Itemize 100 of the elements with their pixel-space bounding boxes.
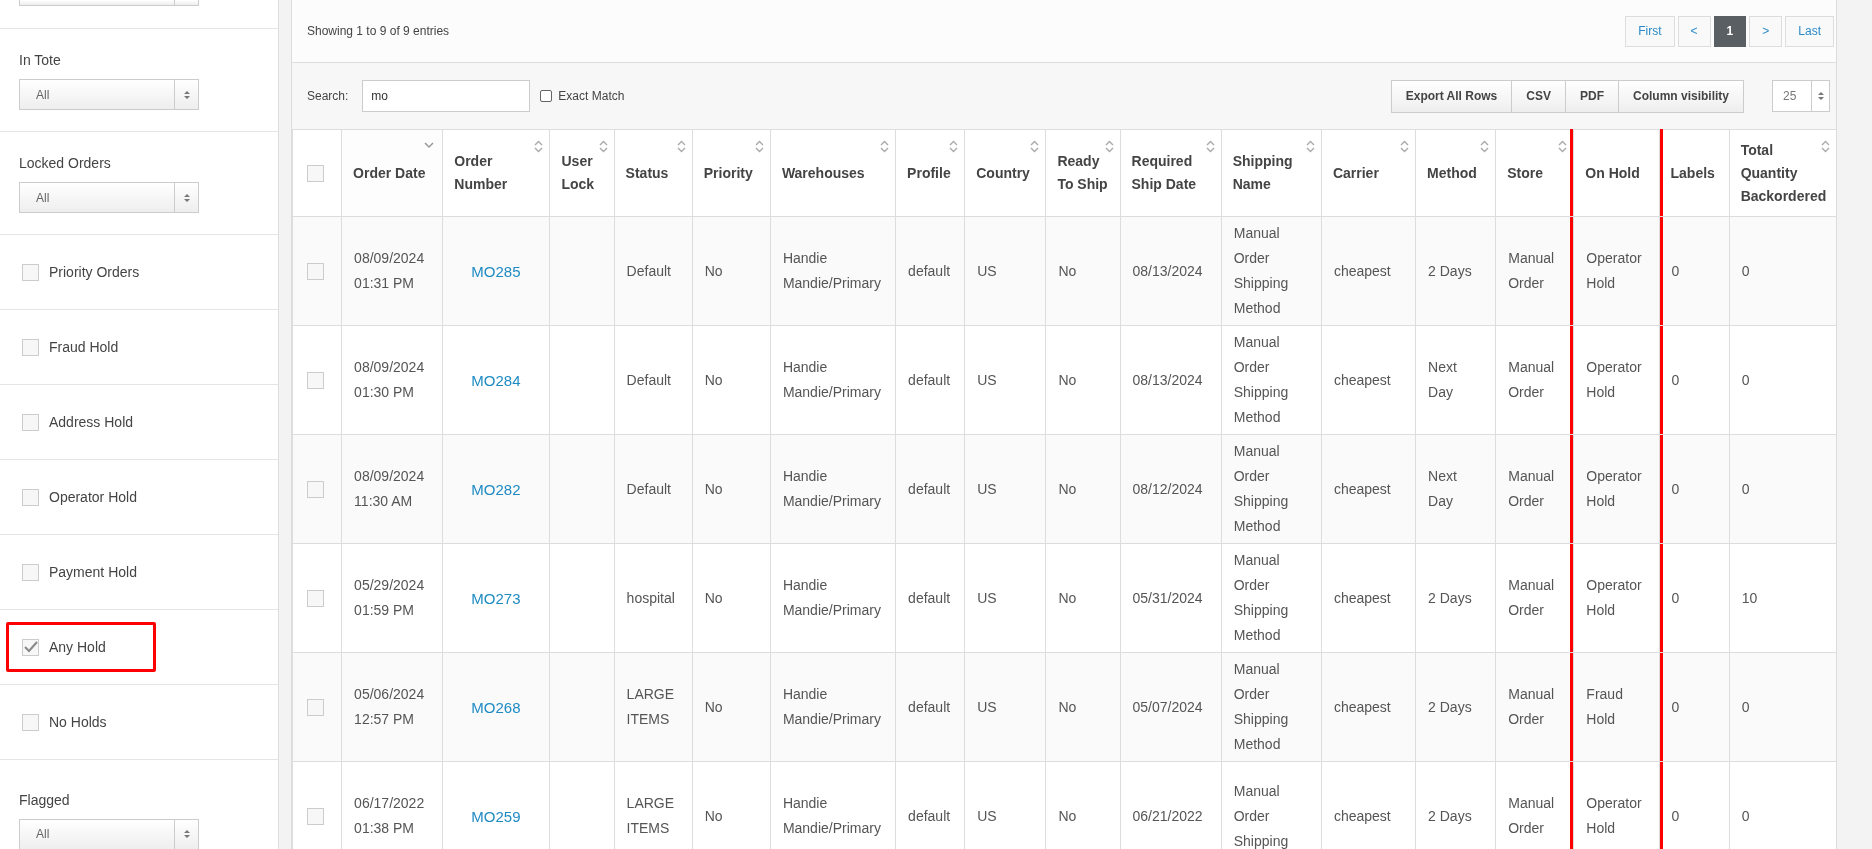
- table-cell-text: cheapest: [1333, 479, 1392, 499]
- spinner-arrows-icon: [183, 89, 190, 100]
- order-link[interactable]: MO259: [471, 803, 532, 829]
- filter-select[interactable]: All: [19, 182, 199, 213]
- sort-icon: [880, 140, 890, 153]
- search-label: Search:: [307, 88, 349, 105]
- table-cell-text: No: [704, 370, 724, 390]
- row-checkbox[interactable]: [307, 807, 324, 825]
- table-cell-text: default: [908, 370, 952, 390]
- table-cell-text: No: [1058, 479, 1078, 499]
- spinner-arrows-icon: [1817, 91, 1824, 101]
- row-checkbox[interactable]: [307, 698, 324, 716]
- table-cell-text: 0: [1671, 588, 1681, 608]
- pagination-button[interactable]: >: [1749, 15, 1783, 47]
- export-button[interactable]: Column visibility: [1618, 79, 1744, 113]
- table-cell-text: Handie Mandie/Primary: [782, 249, 882, 293]
- sort-descending-icon: [424, 142, 435, 149]
- table-cell-text: No: [704, 261, 724, 281]
- order-link[interactable]: MO273: [471, 585, 532, 611]
- row-checkbox[interactable]: [307, 480, 324, 498]
- export-button[interactable]: Export All Rows: [1390, 79, 1513, 113]
- table-cell-text: No: [1058, 697, 1078, 717]
- table-cell-text: 0: [1671, 697, 1681, 717]
- filter-label: In Tote: [19, 51, 62, 70]
- filter-checkbox[interactable]: [22, 263, 39, 281]
- sort-icon: [1305, 140, 1315, 153]
- column-header[interactable]: Store: [1495, 129, 1574, 217]
- table-cell-text: US: [977, 261, 998, 281]
- filter-checkbox[interactable]: [22, 338, 39, 356]
- table-cell-text: default: [908, 697, 952, 717]
- column-header[interactable]: Order Date: [341, 129, 443, 217]
- sort-icon: [1205, 140, 1215, 153]
- sort-icon: [534, 140, 544, 153]
- table-cell-text: US: [977, 588, 998, 608]
- exact-match-checkbox[interactable]: [540, 90, 553, 102]
- search-field[interactable]: mo: [362, 80, 531, 112]
- table-cell-text: Manual Order: [1508, 794, 1556, 838]
- table-cell-text: Operator Hold: [1586, 358, 1643, 402]
- column-header[interactable]: Method: [1415, 129, 1496, 217]
- table-cell-text: US: [977, 697, 998, 717]
- column-header[interactable]: Labels: [1659, 129, 1730, 217]
- column-header[interactable]: Country: [964, 129, 1046, 217]
- table-cell-text: No: [1058, 261, 1078, 281]
- filter-checkbox[interactable]: [22, 563, 39, 581]
- column-header[interactable]: Carrier: [1321, 129, 1416, 217]
- column-header[interactable]: Ready To Ship: [1045, 129, 1121, 217]
- column-header[interactable]: Priority: [692, 129, 771, 217]
- sort-icon: [598, 140, 608, 153]
- table-cell-text: Manual Order Shipping Method: [1233, 660, 1290, 754]
- column-header[interactable]: Shipping Name: [1221, 129, 1322, 217]
- filter-checkbox[interactable]: [22, 713, 39, 731]
- filter-select[interactable]: All: [19, 79, 199, 110]
- row-checkbox[interactable]: [307, 371, 324, 389]
- table-cell-text: 0: [1671, 370, 1681, 390]
- row-checkbox[interactable]: [307, 589, 324, 607]
- table-cell-text: default: [908, 588, 952, 608]
- row-checkbox[interactable]: [307, 262, 324, 280]
- filter-checkbox[interactable]: [22, 488, 39, 506]
- export-button[interactable]: PDF: [1565, 79, 1619, 113]
- pagination-button[interactable]: <: [1677, 15, 1711, 47]
- export-button[interactable]: CSV: [1511, 79, 1566, 113]
- column-header[interactable]: Order Number: [442, 129, 550, 217]
- table-cell-text: 0: [1671, 806, 1681, 826]
- filter-select[interactable]: All: [19, 818, 199, 849]
- filter-select[interactable]: [19, 0, 199, 6]
- table-cell-text: No: [1058, 588, 1078, 608]
- filter-checkbox[interactable]: [22, 638, 39, 656]
- pagination-button[interactable]: 1: [1713, 15, 1747, 47]
- column-header[interactable]: Status: [614, 129, 693, 217]
- order-link[interactable]: MO268: [471, 694, 532, 720]
- table-cell-text: 2 Days: [1428, 697, 1473, 717]
- table-cell-text: 08/13/2024: [1132, 261, 1204, 281]
- pagination-button[interactable]: Last: [1785, 15, 1834, 47]
- table-cell-text: 08/09/2024 11:30 AM: [354, 467, 426, 511]
- column-header[interactable]: User Lock: [550, 129, 615, 217]
- table-cell-text: 10: [1741, 588, 1759, 608]
- column-header[interactable]: Total Quantity Backordered: [1729, 129, 1836, 217]
- table-cell-text: Fraud Hold: [1586, 685, 1624, 729]
- table-cell-text: Operator Hold: [1586, 249, 1643, 293]
- table-cell-text: LARGE ITEMS: [626, 685, 676, 729]
- table-cell-text: No: [1058, 370, 1078, 390]
- table-cell-text: Manual Order Shipping Method: [1233, 551, 1290, 645]
- filter-label: Operator Hold: [49, 487, 137, 507]
- order-link[interactable]: MO285: [471, 258, 532, 284]
- column-header[interactable]: Warehouses: [770, 129, 896, 217]
- table-cell-text: LARGE ITEMS: [626, 794, 676, 838]
- table-cell-text: 06/21/2022: [1132, 806, 1204, 826]
- filter-checkbox[interactable]: [22, 413, 39, 431]
- order-link[interactable]: MO284: [471, 367, 532, 393]
- table-cell-text: No: [704, 806, 724, 826]
- column-header[interactable]: Profile: [895, 129, 965, 217]
- pagination-button[interactable]: First: [1625, 15, 1675, 47]
- sort-icon: [676, 140, 686, 153]
- table-cell-text: Manual Order: [1508, 576, 1556, 620]
- select-all-checkbox[interactable]: [307, 164, 324, 182]
- order-link[interactable]: MO282: [471, 476, 532, 502]
- table-cell-text: 06/17/2022 01:38 PM: [354, 794, 426, 838]
- column-header[interactable]: Required Ship Date: [1120, 129, 1222, 217]
- filter-label: Fraud Hold: [49, 337, 119, 357]
- page-size-select[interactable]: 25: [1772, 80, 1830, 112]
